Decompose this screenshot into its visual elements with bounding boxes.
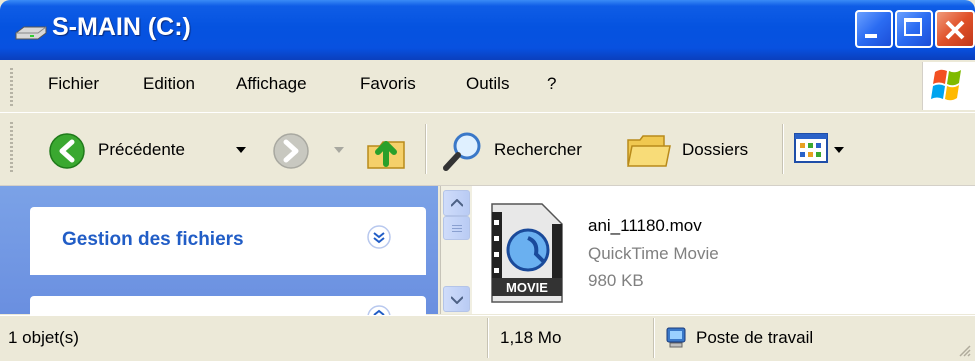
file-item[interactable]: MOVIE bbox=[486, 202, 566, 306]
forward-button[interactable] bbox=[268, 128, 348, 172]
status-location: Poste de travail bbox=[696, 328, 814, 347]
status-divider bbox=[487, 318, 489, 358]
folders-icon bbox=[627, 135, 671, 167]
menu-fichier[interactable]: Fichier bbox=[48, 74, 99, 94]
close-icon bbox=[945, 20, 965, 40]
toolbar-grip[interactable] bbox=[10, 122, 13, 174]
windows-flag-icon bbox=[931, 69, 961, 101]
forward-arrow-icon bbox=[273, 133, 309, 169]
toolbar-separator bbox=[425, 124, 427, 174]
folders-label: Dossiers bbox=[682, 140, 749, 159]
status-size: 1,18 Mo bbox=[500, 328, 562, 347]
quicktime-movie-icon: MOVIE bbox=[491, 203, 563, 303]
up-folder-icon bbox=[367, 141, 405, 169]
windows-logo bbox=[922, 62, 975, 110]
menu-affichage[interactable]: Affichage bbox=[236, 74, 307, 94]
back-arrow-icon bbox=[49, 133, 85, 169]
file-name[interactable]: ani_11180.mov bbox=[588, 216, 702, 236]
maximize-button[interactable] bbox=[895, 10, 933, 48]
close-button[interactable] bbox=[935, 10, 975, 48]
my-computer-icon bbox=[666, 327, 686, 348]
file-size: 980 KB bbox=[588, 271, 644, 290]
toolbar-separator bbox=[782, 124, 784, 174]
menu-outils[interactable]: Outils bbox=[466, 74, 509, 94]
back-button[interactable]: Précédente bbox=[40, 128, 250, 172]
menu-edition[interactable]: Edition bbox=[143, 74, 195, 94]
collapse-chevron-icon[interactable] bbox=[366, 224, 392, 250]
minimize-button[interactable] bbox=[855, 10, 893, 48]
thumb-grip bbox=[452, 225, 462, 226]
status-divider bbox=[653, 318, 655, 358]
up-folder-button[interactable] bbox=[364, 128, 412, 172]
scroll-up-button[interactable] bbox=[443, 190, 470, 216]
search-icon bbox=[443, 132, 481, 171]
status-object-count: 1 objet(s) bbox=[8, 328, 79, 347]
search-label: Rechercher bbox=[494, 140, 582, 159]
chevron-down-icon[interactable] bbox=[236, 147, 246, 153]
chevron-down-icon[interactable] bbox=[834, 147, 844, 153]
back-label: Précédente bbox=[98, 140, 185, 159]
drive-icon bbox=[15, 26, 47, 40]
views-icon bbox=[794, 133, 828, 163]
resize-grip-icon[interactable] bbox=[958, 344, 972, 358]
chevron-down-icon bbox=[451, 296, 463, 304]
menu-favoris[interactable]: Favoris bbox=[360, 74, 416, 94]
file-type: QuickTime Movie bbox=[588, 244, 719, 263]
window-title: S-MAIN (C:) bbox=[52, 13, 191, 41]
minimize-icon bbox=[865, 34, 877, 38]
chevron-up-icon bbox=[451, 199, 463, 207]
chevron-down-icon[interactable] bbox=[334, 147, 344, 153]
views-button[interactable] bbox=[794, 132, 846, 168]
scroll-down-button[interactable] bbox=[443, 286, 470, 312]
search-button[interactable]: Rechercher bbox=[440, 128, 610, 172]
menu-grip[interactable] bbox=[10, 68, 13, 106]
maximize-icon bbox=[904, 18, 922, 36]
folders-button[interactable]: Dossiers bbox=[624, 128, 772, 172]
menu-help[interactable]: ? bbox=[547, 74, 556, 94]
scroll-thumb[interactable] bbox=[443, 216, 470, 240]
task-panel-title[interactable]: Gestion des fichiers bbox=[62, 229, 244, 251]
movie-badge: MOVIE bbox=[506, 280, 548, 295]
